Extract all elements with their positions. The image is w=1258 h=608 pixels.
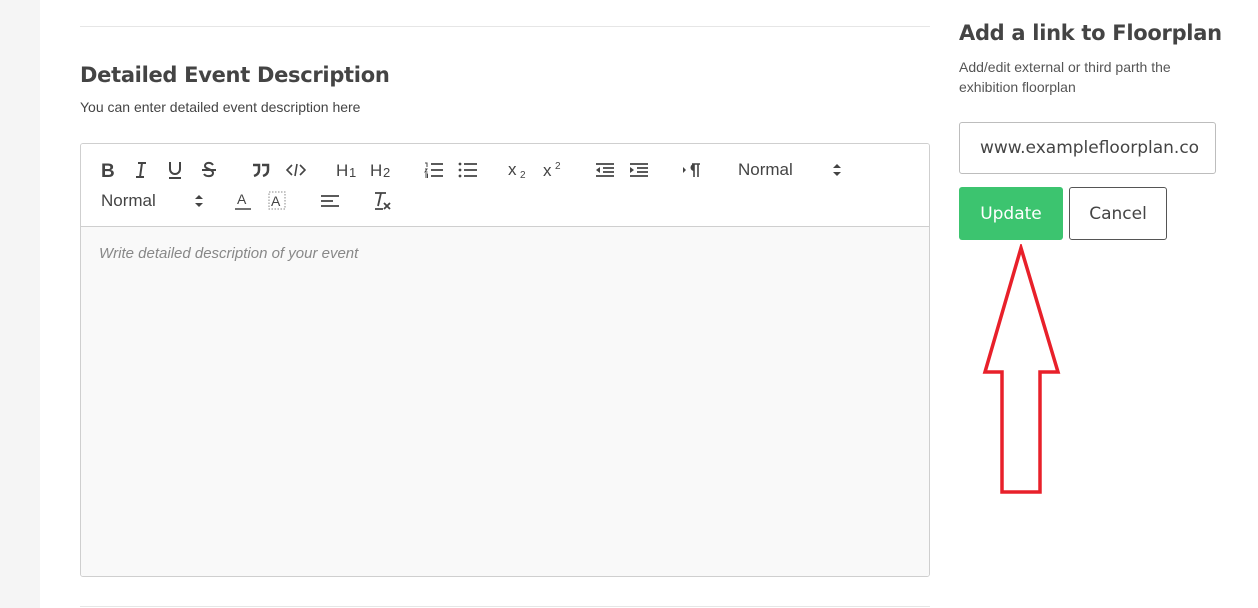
italic-icon xyxy=(136,162,146,178)
align-button[interactable] xyxy=(319,189,341,213)
superscript-icon: x2 xyxy=(543,161,561,179)
rich-text-editor: B H1 H2 x2 x2 Normal Normal A A Write de… xyxy=(80,143,930,577)
left-gutter xyxy=(0,0,40,608)
indent-icon xyxy=(630,163,648,177)
picker-arrows-icon xyxy=(833,164,841,176)
svg-text:x: x xyxy=(543,161,552,179)
bullet-list-icon xyxy=(458,162,477,178)
update-button[interactable]: Update xyxy=(959,187,1063,240)
svg-text:x: x xyxy=(508,161,517,179)
svg-text:2: 2 xyxy=(383,165,390,178)
text-direction-button[interactable] xyxy=(681,158,703,182)
underline-icon xyxy=(169,162,181,179)
text-direction-icon xyxy=(683,163,700,177)
svg-text:2: 2 xyxy=(520,170,526,179)
svg-text:1: 1 xyxy=(349,165,356,178)
superscript-button[interactable]: x2 xyxy=(542,158,566,182)
svg-text:A: A xyxy=(237,191,247,207)
background-color-icon: A xyxy=(268,191,286,210)
subscript-icon: x2 xyxy=(508,161,526,179)
italic-button[interactable] xyxy=(131,158,151,182)
red-up-arrow-icon xyxy=(982,244,1061,494)
clean-button[interactable] xyxy=(371,189,393,213)
size-picker[interactable]: Normal xyxy=(101,189,204,213)
section-subtitle: You can enter detailed event description… xyxy=(80,99,361,115)
cancel-button[interactable]: Cancel xyxy=(1069,187,1167,240)
panel-title: Add a link to Floorplan xyxy=(959,21,1222,45)
header-2-button[interactable]: H2 xyxy=(369,158,393,182)
header-2-icon: H2 xyxy=(370,162,390,178)
bold-button[interactable]: B xyxy=(98,158,118,182)
size-picker-label: Normal xyxy=(101,191,156,210)
strike-button[interactable] xyxy=(199,158,219,182)
bottom-divider xyxy=(80,606,930,607)
ordered-list-icon xyxy=(424,162,443,178)
code-block-button[interactable] xyxy=(284,158,308,182)
text-color-icon: A xyxy=(235,191,251,210)
bold-icon: B xyxy=(101,161,115,179)
top-divider xyxy=(80,26,930,27)
outdent-button[interactable] xyxy=(594,158,616,182)
header-picker-label: Normal xyxy=(738,160,793,179)
floorplan-link-input[interactable] xyxy=(959,122,1216,174)
picker-arrows-icon xyxy=(195,195,203,207)
svg-text:H: H xyxy=(370,162,382,178)
editor-content-area[interactable]: Write detailed description of your event xyxy=(81,227,929,576)
indent-button[interactable] xyxy=(628,158,650,182)
background-color-button[interactable]: A xyxy=(266,189,288,213)
header-1-icon: H1 xyxy=(336,162,356,178)
code-icon xyxy=(286,163,306,177)
section-title: Detailed Event Description xyxy=(80,63,390,87)
header-picker[interactable]: Normal xyxy=(738,158,842,182)
blockquote-icon xyxy=(253,163,270,178)
underline-button[interactable] xyxy=(165,158,185,182)
strike-icon xyxy=(202,161,216,178)
clear-format-icon xyxy=(375,192,391,210)
header-1-button[interactable]: H1 xyxy=(335,158,359,182)
svg-text:B: B xyxy=(101,161,115,179)
bullet-list-button[interactable] xyxy=(457,158,479,182)
svg-text:2: 2 xyxy=(555,161,561,172)
ordered-list-button[interactable] xyxy=(423,158,445,182)
outdent-icon xyxy=(596,163,614,177)
subscript-button[interactable]: x2 xyxy=(508,158,530,182)
panel-description: Add/edit external or third parth the exh… xyxy=(959,59,1171,95)
align-left-icon xyxy=(321,195,339,207)
blockquote-button[interactable] xyxy=(249,158,273,182)
editor-placeholder: Write detailed description of your event xyxy=(99,245,359,262)
svg-text:A: A xyxy=(271,193,281,209)
svg-text:H: H xyxy=(336,162,348,178)
text-color-button[interactable]: A xyxy=(232,189,254,213)
editor-toolbar: B H1 H2 x2 x2 Normal Normal A A xyxy=(81,144,929,227)
